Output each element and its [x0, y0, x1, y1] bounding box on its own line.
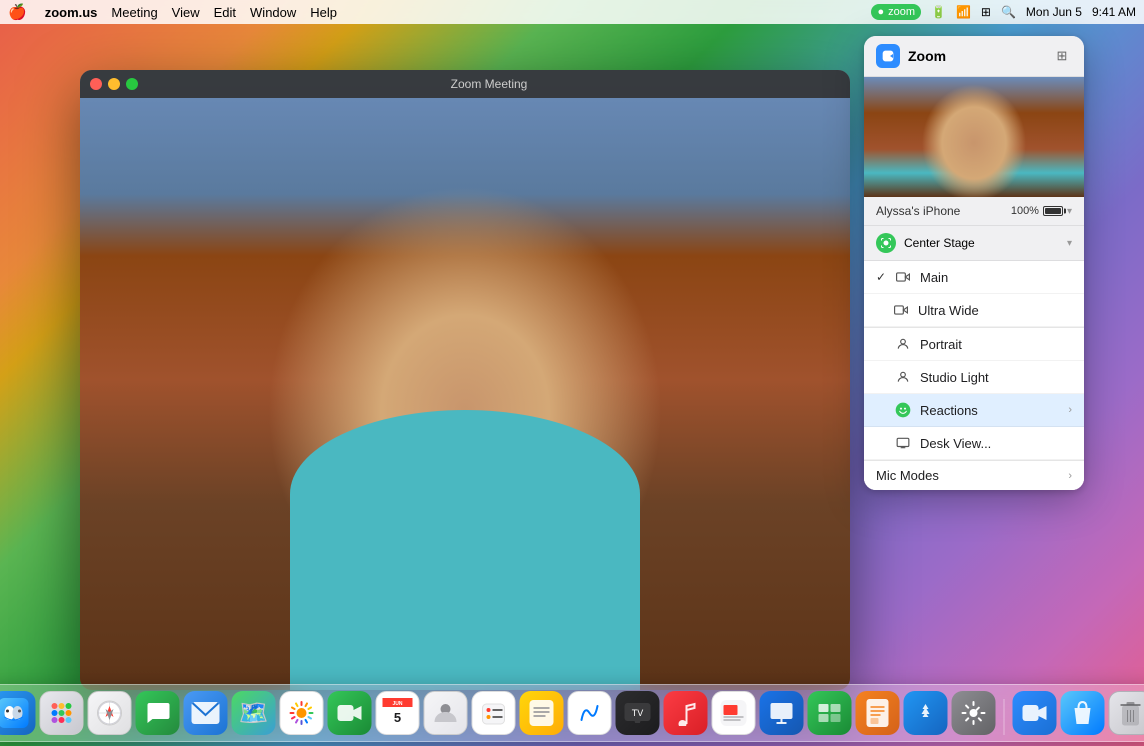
- dock-zoom[interactable]: [1013, 691, 1057, 735]
- fullscreen-button[interactable]: [126, 78, 138, 90]
- reactions-arrow-icon: ›: [1068, 404, 1072, 416]
- dock-pages[interactable]: [856, 691, 900, 735]
- battery-icon: [1043, 206, 1063, 216]
- window-title: Zoom Meeting: [138, 77, 840, 91]
- menubar-window[interactable]: Window: [250, 5, 296, 20]
- battery-percent: 100%: [1011, 205, 1039, 217]
- dock-numbers[interactable]: [808, 691, 852, 735]
- panel-settings-icon[interactable]: ⊞: [1052, 46, 1072, 66]
- menu-item-ultra-wide-label: Ultra Wide: [918, 303, 1072, 318]
- menu-item-ultra-wide[interactable]: Ultra Wide: [864, 294, 1084, 327]
- checkmark-icon: ✓: [876, 270, 890, 284]
- menu-item-studio-light-label: Studio Light: [920, 370, 1072, 385]
- menubar-time: 9:41 AM: [1092, 5, 1136, 19]
- center-stage-label: Center Stage: [904, 236, 975, 250]
- dock-news[interactable]: [712, 691, 756, 735]
- battery-menubar-icon: 🔋: [931, 5, 946, 19]
- mic-modes-label: Mic Modes: [876, 468, 1068, 483]
- menu-item-main-label: Main: [920, 270, 1072, 285]
- menubar-meeting[interactable]: Meeting: [111, 5, 157, 20]
- zoom-logo-icon: [876, 44, 900, 68]
- dock-keynote[interactable]: [760, 691, 804, 735]
- panel-thumbnail: [864, 77, 1084, 197]
- zoom-indicator-dot: ●: [877, 6, 884, 18]
- dock-safari[interactable]: [88, 691, 132, 735]
- menu-item-reactions[interactable]: ✓ Reactions ›: [864, 394, 1084, 427]
- panel-app-name: Zoom: [908, 48, 1052, 64]
- svg-text:JUN: JUN: [392, 701, 402, 707]
- minimize-button[interactable]: [108, 78, 120, 90]
- dock-store[interactable]: [1061, 691, 1105, 735]
- zoom-panel: Zoom ⊞ Alyssa's iPhone 100% ▾ Center Sta…: [864, 36, 1084, 490]
- dock-facetime[interactable]: [328, 691, 372, 735]
- studio-light-icon: [894, 368, 912, 386]
- menu-item-mic-modes[interactable]: Mic Modes ›: [864, 461, 1084, 490]
- search-menubar-icon[interactable]: 🔍: [1001, 5, 1016, 19]
- menu-item-studio-light[interactable]: ✓ Studio Light: [864, 361, 1084, 394]
- dock-separator: [1004, 699, 1005, 735]
- menubar-app-name[interactable]: zoom.us: [45, 5, 98, 20]
- menu-item-reactions-label: Reactions: [920, 403, 1068, 418]
- desk-view-icon: [894, 434, 912, 452]
- thumbnail-video: [864, 77, 1084, 197]
- camera-options-section: ✓ Main Ultra Wide ✓: [864, 261, 1084, 490]
- zoom-indicator-label: zoom: [888, 6, 915, 18]
- menu-item-desk-view[interactable]: ✓ Desk View...: [864, 427, 1084, 460]
- dock: 🗺️: [0, 684, 1144, 742]
- dock-trash[interactable]: [1109, 691, 1144, 735]
- menu-item-portrait[interactable]: ✓ Portrait: [864, 328, 1084, 361]
- dock-appstore[interactable]: [904, 691, 948, 735]
- menu-item-desk-view-label: Desk View...: [920, 436, 1072, 451]
- menubar-help[interactable]: Help: [310, 5, 337, 20]
- dock-launchpad[interactable]: [40, 691, 84, 735]
- wifi-menubar-icon: 📶: [956, 5, 971, 19]
- traffic-lights: [90, 78, 138, 90]
- mic-modes-arrow-icon: ›: [1068, 470, 1072, 482]
- dock-mail[interactable]: [184, 691, 228, 735]
- dock-notes[interactable]: [520, 691, 564, 735]
- dock-freeform[interactable]: [568, 691, 612, 735]
- camera-icon: [894, 268, 912, 286]
- dock-messages[interactable]: [136, 691, 180, 735]
- dock-appletv[interactable]: TV: [616, 691, 660, 735]
- menu-item-main[interactable]: ✓ Main: [864, 261, 1084, 294]
- menubar-date: Mon Jun 5: [1026, 5, 1082, 19]
- dock-maps[interactable]: 🗺️: [232, 691, 276, 735]
- window-titlebar: Zoom Meeting: [80, 70, 850, 98]
- person-silhouette: [290, 410, 640, 690]
- close-button[interactable]: [90, 78, 102, 90]
- menubar-view[interactable]: View: [172, 5, 200, 20]
- center-stage-chevron-icon: ▾: [1067, 238, 1072, 249]
- device-row[interactable]: Alyssa's iPhone 100% ▾: [864, 197, 1084, 226]
- menubar-edit[interactable]: Edit: [214, 5, 236, 20]
- portrait-icon: [894, 335, 912, 353]
- control-center-icon[interactable]: ⊞: [981, 5, 991, 19]
- video-frame: [80, 70, 850, 690]
- dock-settings[interactable]: [952, 691, 996, 735]
- dock-finder[interactable]: [0, 691, 36, 735]
- svg-text:TV: TV: [632, 708, 644, 718]
- reactions-icon: [894, 401, 912, 419]
- menubar: 🍎 zoom.us Meeting View Edit Window Help …: [0, 0, 1144, 24]
- panel-header: Zoom ⊞: [864, 36, 1084, 77]
- zoom-meeting-window: Zoom Meeting: [80, 70, 850, 690]
- dock-reminders[interactable]: [472, 691, 516, 735]
- center-stage-icon: [876, 233, 896, 253]
- device-name: Alyssa's iPhone: [876, 204, 960, 218]
- dock-calendar[interactable]: 5 JUN: [376, 691, 420, 735]
- center-stage-row[interactable]: Center Stage ▾: [864, 226, 1084, 261]
- menu-item-portrait-label: Portrait: [920, 337, 1072, 352]
- device-chevron-icon: ▾: [1067, 206, 1072, 217]
- dock-photos[interactable]: [280, 691, 324, 735]
- svg-text:5: 5: [394, 710, 401, 725]
- dock-contacts[interactable]: [424, 691, 468, 735]
- zoom-menu-bar-indicator[interactable]: ● zoom: [871, 4, 921, 20]
- dock-music[interactable]: [664, 691, 708, 735]
- apple-menu[interactable]: 🍎: [8, 3, 27, 21]
- camera-wide-icon: [892, 301, 910, 319]
